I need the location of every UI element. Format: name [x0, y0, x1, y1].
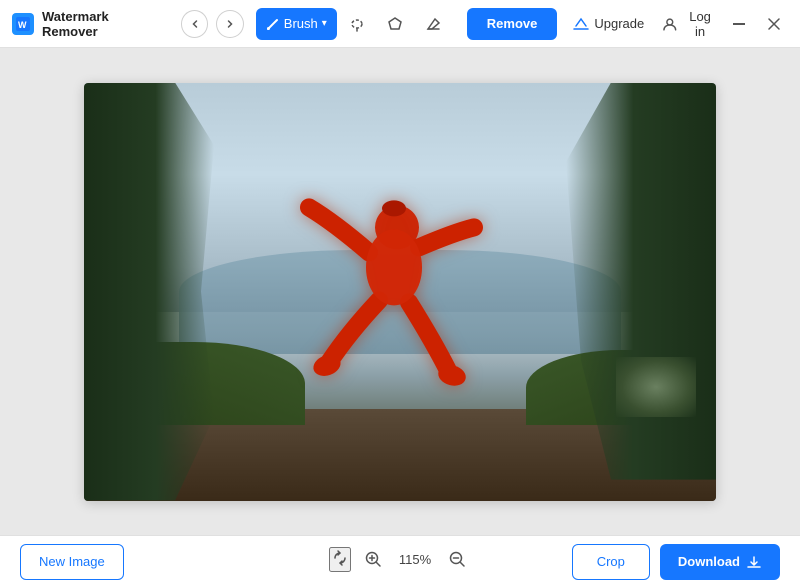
upgrade-button[interactable]: Upgrade	[573, 16, 644, 32]
zoom-out-button[interactable]	[443, 545, 471, 573]
red-figure	[279, 172, 499, 402]
crop-button[interactable]: Crop	[572, 544, 650, 580]
main-canvas-area	[0, 48, 800, 535]
erase-tool-button[interactable]	[415, 8, 451, 40]
shrub-right-layer	[616, 357, 696, 417]
svg-text:W: W	[18, 20, 27, 30]
brush-chevron: ▾	[322, 18, 327, 29]
canvas-container[interactable]	[84, 83, 716, 501]
remove-button[interactable]: Remove	[467, 8, 558, 40]
polygon-tool-button[interactable]	[377, 8, 413, 40]
brush-tool-button[interactable]: Brush ▾	[256, 8, 337, 40]
login-button[interactable]: Log in	[662, 9, 717, 39]
toolbar-tools: Brush ▾	[256, 8, 451, 40]
nav-back-button[interactable]	[181, 10, 208, 38]
bottom-left: New Image	[20, 544, 124, 580]
zoom-in-button[interactable]	[359, 545, 387, 573]
window-minimize-button[interactable]	[725, 10, 752, 38]
titlebar: W Watermark Remover Brush ▾	[0, 0, 800, 48]
lasso-tool-button[interactable]	[339, 8, 375, 40]
zoom-controls: 115%	[329, 545, 471, 573]
zoom-level: 115%	[395, 552, 435, 567]
download-button[interactable]: Download	[660, 544, 780, 580]
rotate-button[interactable]	[329, 547, 351, 572]
download-label: Download	[678, 554, 740, 569]
brush-label: Brush	[284, 16, 318, 31]
upgrade-label: Upgrade	[594, 16, 644, 31]
tree-left-layer	[84, 83, 214, 501]
window-close-button[interactable]	[761, 10, 788, 38]
app-title: Watermark Remover	[42, 9, 165, 39]
app-logo: W	[12, 13, 34, 35]
nav-forward-button[interactable]	[216, 10, 243, 38]
login-label: Log in	[683, 9, 718, 39]
bottom-right: Crop Download	[572, 544, 780, 580]
new-image-button[interactable]: New Image	[20, 544, 124, 580]
bottom-bar: New Image 115%	[0, 535, 800, 587]
